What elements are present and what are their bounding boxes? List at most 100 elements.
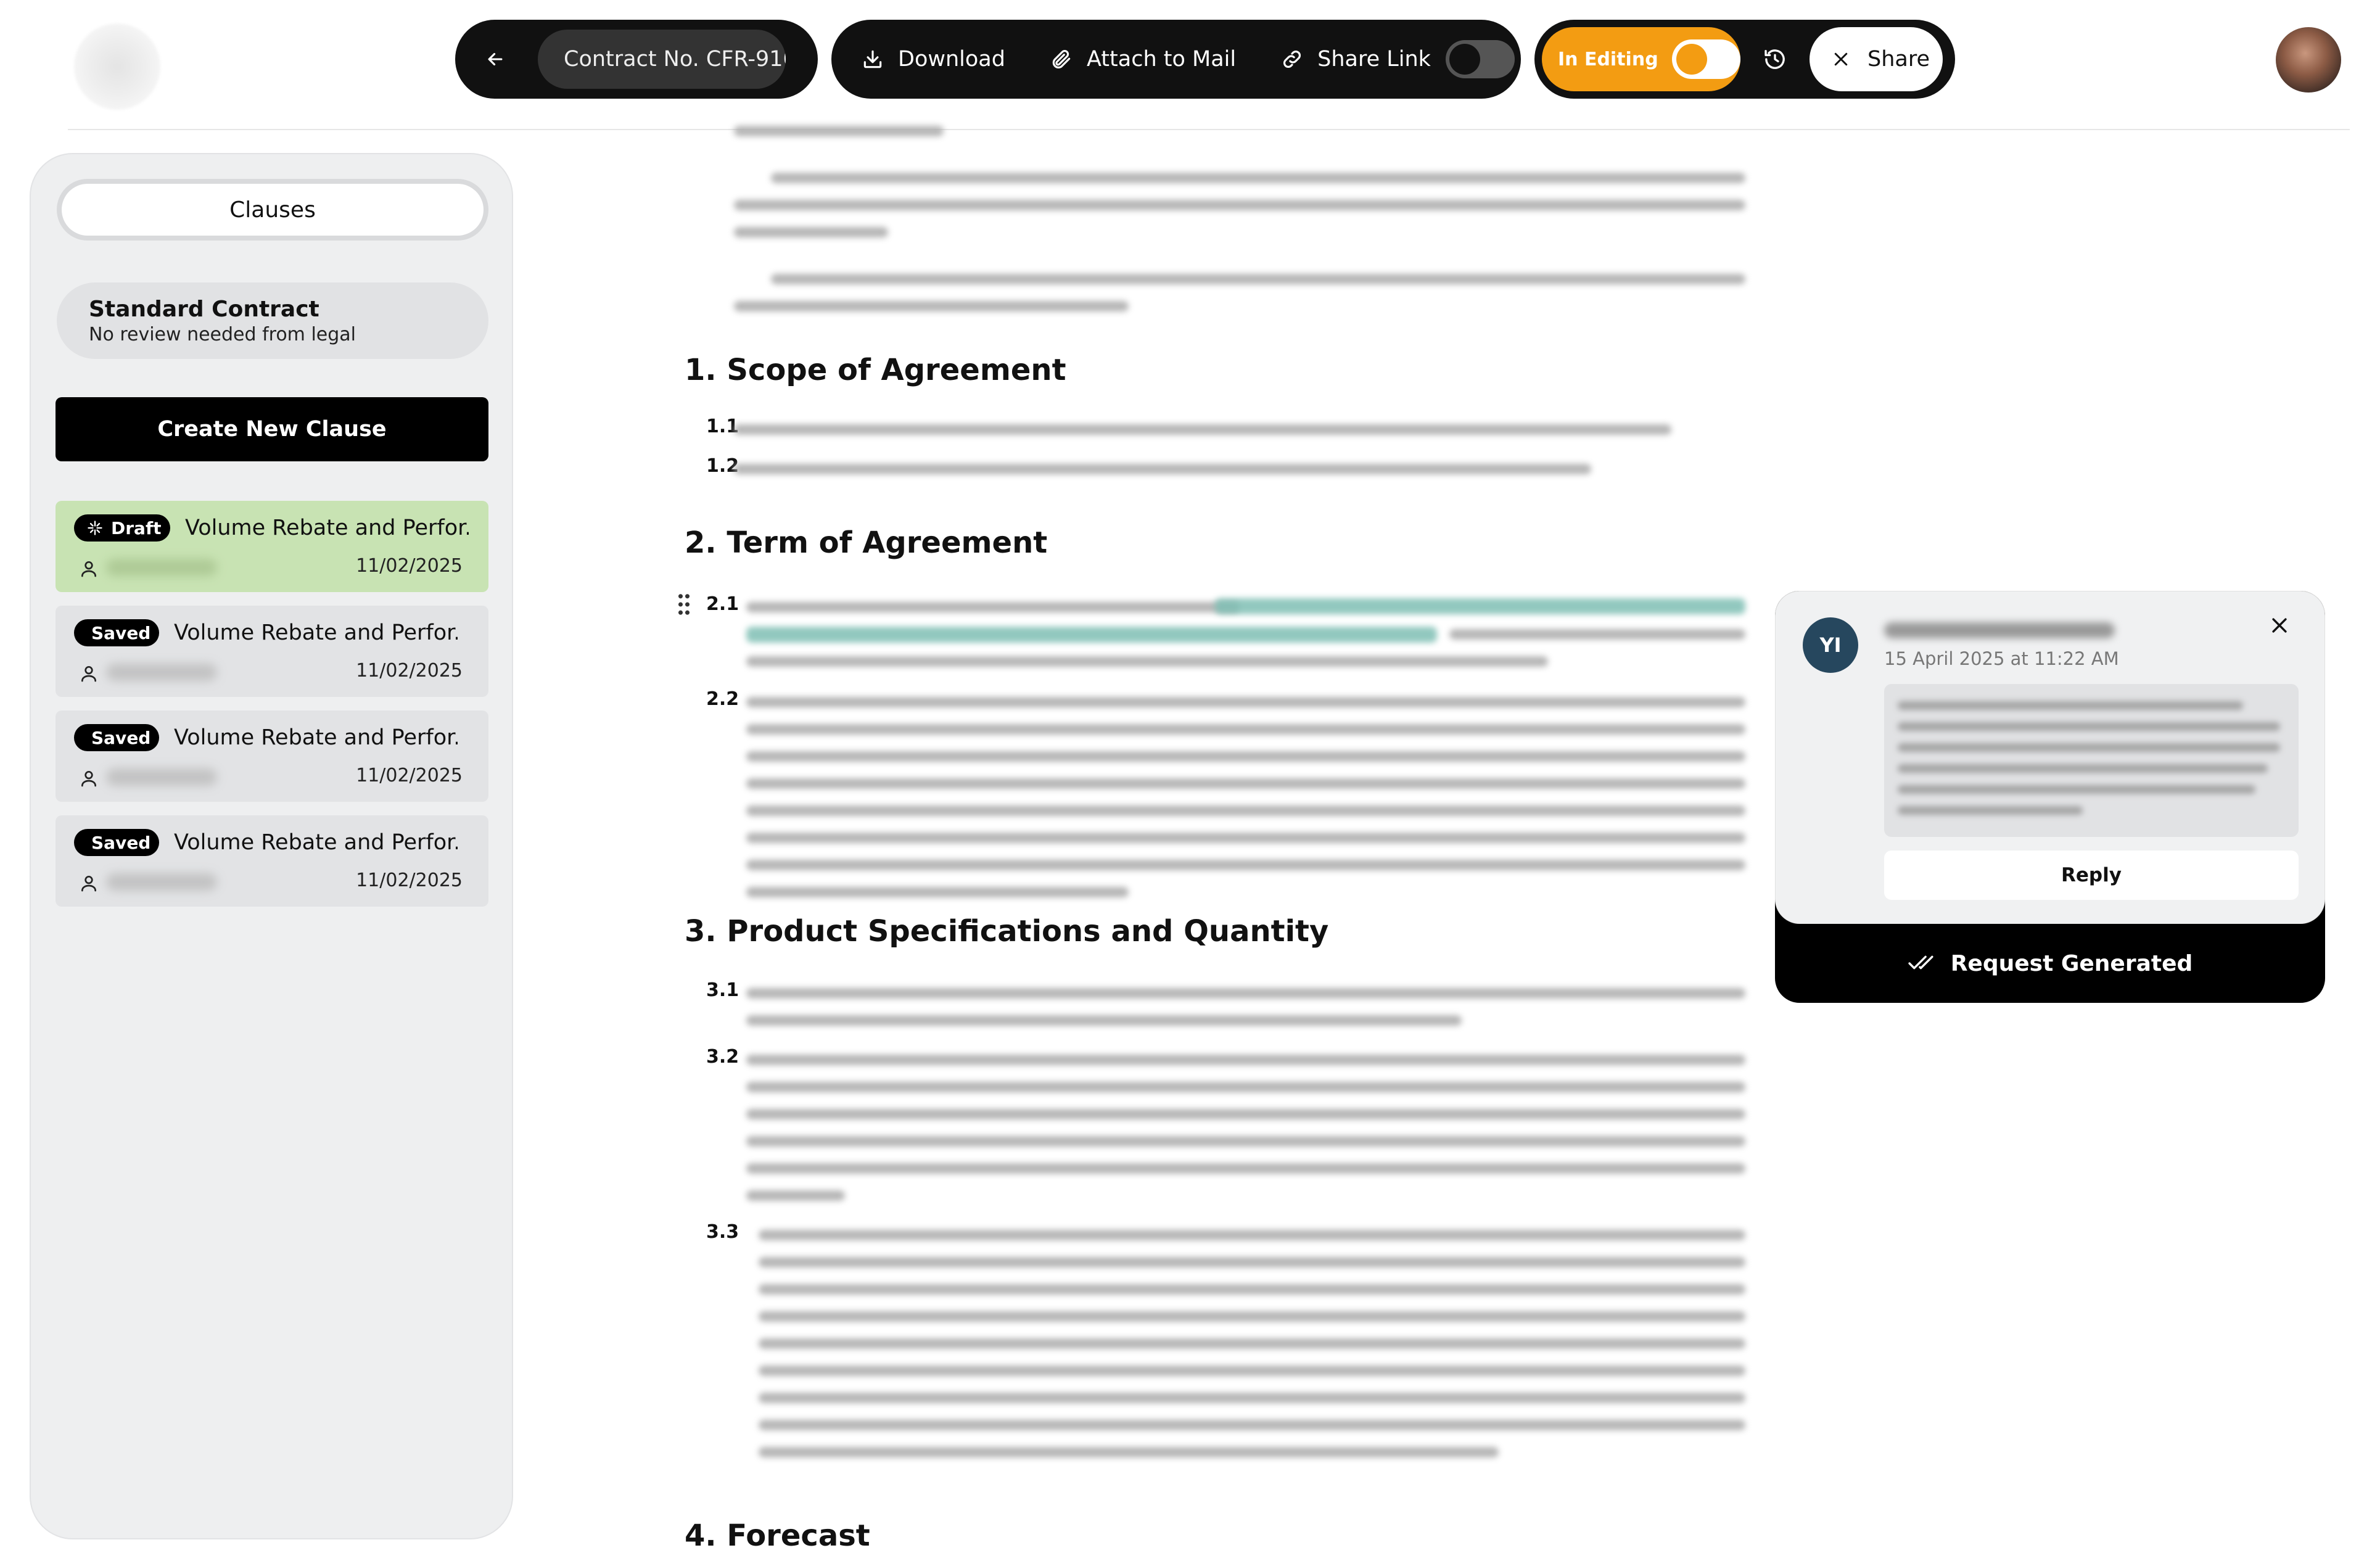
blurred-text-line (1898, 806, 2083, 815)
comment-panel: YI 15 April 2025 at 11:22 AM Reply Reque… (1775, 591, 2325, 1003)
back-button[interactable] (455, 20, 535, 99)
blurred-text-line (759, 1230, 1745, 1240)
blurred-text-line (746, 1082, 1745, 1092)
comment-date: 15 April 2025 at 11:22 AM (1884, 648, 2119, 669)
contract-document[interactable]: 1. Scope of Agreement 1.1 1.2 2. Term of… (678, 105, 1758, 1553)
blurred-text-line (759, 1393, 1745, 1403)
section-heading: 3. Product Specifications and Quantity (685, 914, 1329, 949)
blurred-text-line (759, 1447, 1499, 1457)
download-label: Download (898, 47, 1005, 72)
blurred-text-line (746, 751, 1745, 762)
clause-owner (106, 664, 217, 681)
blurred-text-line (1898, 701, 2243, 710)
clause-number: 2.2 (706, 688, 739, 710)
user-avatar[interactable] (2276, 27, 2341, 93)
paperclip-icon (1052, 50, 1071, 69)
request-generated-button[interactable]: Request Generated (1775, 924, 2325, 1003)
reply-button[interactable]: Reply (1884, 851, 2299, 900)
share-button[interactable]: Share (1810, 27, 1943, 91)
commenter-name (1884, 622, 2115, 638)
history-button[interactable] (1740, 47, 1810, 72)
close-icon[interactable] (2269, 615, 2290, 636)
blurred-text-line (734, 301, 1129, 311)
share-link-button[interactable]: Share Link (1280, 47, 1431, 72)
sparkle-icon (88, 521, 102, 535)
blurred-text-line (746, 656, 1548, 667)
person-icon (81, 771, 96, 787)
clause-card[interactable]: Saved Volume Rebate and Perfor... 11/02/… (56, 606, 488, 697)
in-editing-control[interactable]: In Editing (1542, 27, 1740, 91)
blurred-text-line (759, 1284, 1745, 1295)
attach-to-mail-button[interactable]: Attach to Mail (1050, 47, 1236, 72)
clause-title: Volume Rebate and Perfor... (174, 725, 458, 750)
clause-owner (106, 559, 217, 576)
clause-owner (106, 873, 217, 891)
comment-body (1884, 684, 2299, 837)
clause-owner (106, 768, 217, 786)
blurred-text-line (746, 1163, 1745, 1174)
blurred-text-line (759, 1366, 1745, 1376)
highlighted-text[interactable] (746, 627, 1437, 643)
link-icon (1283, 51, 1301, 68)
blurred-text-line (1898, 722, 2280, 731)
drag-handle-icon[interactable] (677, 592, 691, 617)
create-new-clause-button[interactable]: Create New Clause (56, 397, 488, 461)
download-icon (863, 50, 882, 68)
status-badge: Saved (74, 829, 159, 856)
share-link-toggle[interactable] (1445, 40, 1515, 78)
editing-toggle[interactable] (1671, 39, 1740, 79)
clause-number: 3.2 (706, 1046, 739, 1068)
toggle-knob (1449, 44, 1480, 75)
blurred-text-line (734, 424, 1671, 435)
standard-contract-card[interactable]: Standard Contract No review needed from … (57, 282, 488, 359)
blurred-text-line (746, 1190, 845, 1201)
blurred-text-line (746, 1015, 1462, 1026)
blurred-text-line (734, 126, 944, 136)
clause-date: 11/02/2025 (356, 765, 463, 786)
blurred-text-line (759, 1420, 1745, 1430)
actions-group: Download Attach to Mail Share Link (831, 20, 1521, 99)
blurred-text-line (1449, 629, 1745, 640)
person-icon (81, 666, 96, 682)
person-icon (81, 876, 96, 892)
commenter-avatar: YI (1803, 617, 1858, 673)
blurred-text-line (746, 887, 1129, 897)
section-heading: 2. Term of Agreement (685, 525, 1048, 560)
section-heading: 1. Scope of Agreement (685, 353, 1066, 387)
blurred-text-line (746, 833, 1745, 843)
contract-number[interactable]: Contract No. CFR-910... (538, 30, 786, 89)
blurred-text-line (746, 724, 1745, 735)
highlighted-text[interactable] (1215, 598, 1745, 614)
clause-title: Volume Rebate and Perfor... (174, 620, 458, 645)
clause-date: 11/02/2025 (356, 660, 463, 682)
download-button[interactable]: Download (861, 47, 1005, 72)
clause-date: 11/02/2025 (356, 555, 463, 577)
clause-card[interactable]: Saved Volume Rebate and Perfor... 11/02/… (56, 815, 488, 907)
clause-date: 11/02/2025 (356, 870, 463, 891)
comment-card: YI 15 April 2025 at 11:22 AM Reply (1775, 591, 2325, 924)
status-badge: Draft (74, 514, 170, 542)
clause-card[interactable]: Saved Volume Rebate and Perfor... 11/02/… (56, 711, 488, 802)
clause-number: 3.1 (706, 979, 739, 1001)
blurred-text-line (1898, 743, 2280, 752)
clause-card[interactable]: Draft Volume Rebate and Perfor... 11/02/… (56, 501, 488, 592)
app-logo (74, 23, 160, 110)
blurred-text-line (746, 1055, 1745, 1065)
blurred-text-line (746, 860, 1745, 870)
section-heading: 4. Forecast (685, 1518, 870, 1553)
blurred-text-line (746, 1109, 1745, 1119)
blurred-text-line (771, 274, 1745, 284)
blurred-text-line (746, 602, 1240, 612)
standard-contract-title: Standard Contract (89, 297, 319, 322)
tab-clauses[interactable]: Clauses (62, 184, 484, 236)
blurred-text-line (734, 227, 888, 237)
blurred-text-line (759, 1311, 1745, 1322)
clause-number: 2.1 (706, 593, 739, 615)
clauses-tab-bar: Clauses (57, 179, 488, 241)
double-check-icon (1908, 955, 1933, 970)
share-link-label: Share Link (1317, 47, 1431, 72)
status-label: Draft (111, 517, 162, 538)
blurred-text-line (759, 1257, 1745, 1267)
blurred-text-line (746, 805, 1745, 816)
back-arrow-icon (488, 52, 503, 66)
